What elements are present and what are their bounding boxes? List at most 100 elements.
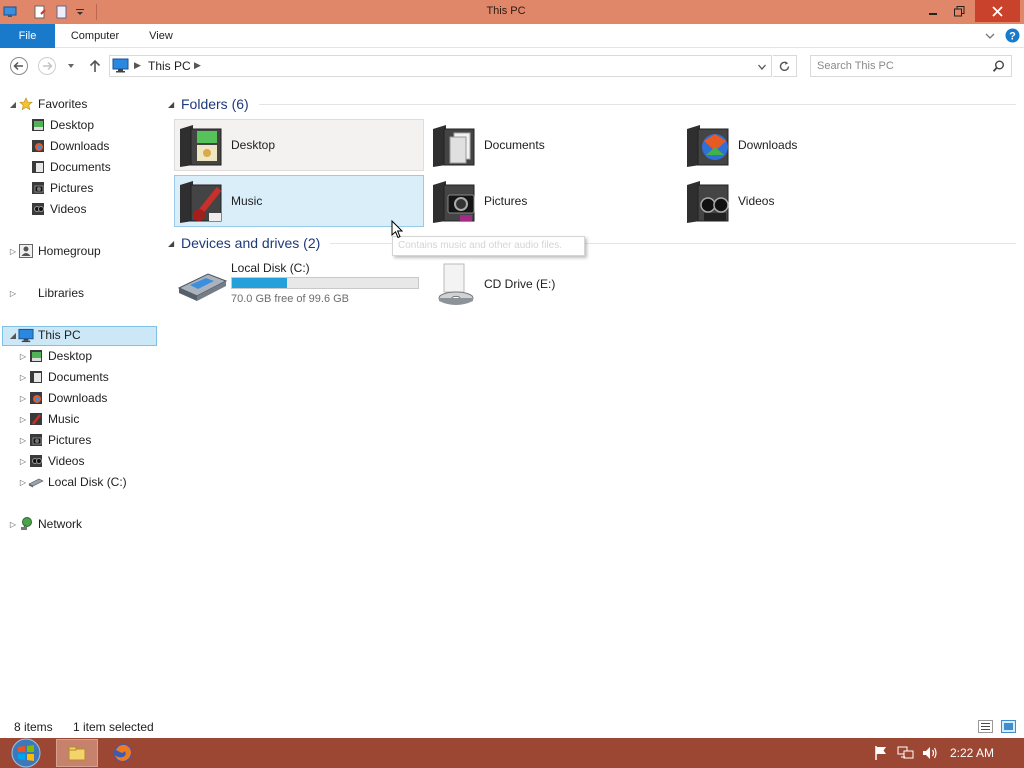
search-input[interactable]: [817, 59, 987, 73]
nav-pc-downloads[interactable]: ▷ Downloads: [18, 388, 107, 408]
nav-pc-videos[interactable]: ▷ Videos: [18, 451, 85, 471]
network-status-icon[interactable]: [897, 745, 915, 764]
drive-name: Local Disk (C:): [231, 261, 310, 275]
refresh-button[interactable]: [773, 55, 797, 77]
start-button[interactable]: [6, 738, 46, 768]
nav-label: Network: [38, 517, 83, 531]
nav-label: Homegroup: [38, 244, 101, 258]
close-button[interactable]: [975, 0, 1020, 22]
homegroup-icon: [18, 243, 34, 259]
search-icon[interactable]: [992, 60, 1005, 76]
nav-pc-local-disk[interactable]: ▷ Local Disk (C:): [18, 472, 127, 492]
taskbar-file-explorer-button[interactable]: [56, 739, 98, 767]
tooltip: Contains music and other audio files.: [392, 236, 585, 256]
cd-drive-icon: [428, 259, 480, 309]
expand-icon[interactable]: ▷: [18, 436, 28, 445]
music-folder-icon: [28, 411, 44, 427]
breadcrumb-chevron-icon[interactable]: ▶: [134, 60, 141, 71]
tab-view[interactable]: View: [140, 24, 182, 48]
expand-icon[interactable]: ▷: [18, 373, 28, 382]
help-icon[interactable]: ?: [1005, 28, 1021, 44]
nav-label: Videos: [50, 202, 87, 216]
details-view-icon[interactable]: [978, 720, 993, 736]
breadcrumb-chevron-icon[interactable]: ▶: [194, 60, 201, 71]
expand-icon[interactable]: ▷: [8, 289, 18, 298]
nav-label: This PC: [38, 328, 81, 342]
nav-fav-downloads[interactable]: Downloads: [20, 136, 109, 156]
back-button[interactable]: [9, 56, 29, 76]
nav-pc-documents[interactable]: ▷ Documents: [18, 367, 109, 387]
expand-icon[interactable]: ▷: [8, 247, 18, 256]
address-dropdown-icon[interactable]: [757, 61, 767, 75]
expand-ribbon-icon[interactable]: [984, 30, 998, 42]
devices-group-header[interactable]: ◢ Devices and drives (2): [168, 234, 1016, 252]
recent-locations-icon[interactable]: [63, 56, 79, 76]
folder-pictures[interactable]: Pictures: [428, 175, 678, 227]
documents-folder-icon: [28, 369, 44, 385]
nav-libraries[interactable]: ▷ Libraries: [8, 283, 84, 303]
expand-icon[interactable]: ▷: [18, 457, 28, 466]
pictures-folder-icon: [30, 180, 46, 196]
nav-favorites[interactable]: ◢ Favorites: [8, 94, 87, 114]
minimize-button[interactable]: [920, 0, 946, 22]
nav-pc-desktop[interactable]: ▷ Desktop: [18, 346, 92, 366]
folder-music[interactable]: Music: [174, 175, 424, 227]
collapse-icon[interactable]: ◢: [168, 239, 181, 248]
collapse-icon[interactable]: ◢: [8, 100, 18, 109]
nav-homegroup[interactable]: ▷ Homegroup: [8, 241, 101, 261]
forward-button[interactable]: [37, 56, 57, 76]
documents-folder-icon: [428, 120, 480, 170]
nav-fav-pictures[interactable]: Pictures: [20, 178, 93, 198]
drive-local-disk-c[interactable]: Local Disk (C:) 70.0 GB free of 99.6 GB: [174, 258, 424, 310]
hard-drive-icon: [176, 264, 228, 307]
tab-computer[interactable]: Computer: [60, 24, 130, 48]
collapse-icon[interactable]: ◢: [8, 331, 18, 340]
nav-label: Downloads: [48, 391, 108, 405]
folder-label: Downloads: [738, 138, 798, 152]
group-title: Devices and drives (2): [181, 235, 321, 251]
expand-icon[interactable]: ▷: [18, 478, 28, 487]
drive-label: CD Drive (E:): [484, 277, 556, 291]
downloads-folder-icon: [30, 138, 46, 154]
collapse-icon[interactable]: ◢: [168, 100, 181, 109]
folder-desktop[interactable]: Desktop: [174, 119, 424, 171]
address-bar[interactable]: ▶ This PC ▶: [109, 55, 772, 77]
folder-downloads[interactable]: Downloads: [682, 119, 932, 171]
nav-label: Desktop: [50, 118, 95, 132]
group-divider: [258, 103, 1016, 105]
nav-label: Videos: [48, 454, 85, 468]
folder-documents[interactable]: Documents: [428, 119, 678, 171]
nav-fav-documents[interactable]: Documents: [20, 157, 111, 177]
firefox-icon[interactable]: [112, 742, 134, 767]
nav-fav-desktop[interactable]: Desktop: [20, 115, 94, 135]
tab-file[interactable]: File: [0, 24, 55, 48]
expand-icon[interactable]: ▷: [18, 352, 28, 361]
search-box[interactable]: [810, 55, 1012, 77]
expand-icon[interactable]: ▷: [8, 520, 18, 529]
volume-icon[interactable]: [921, 745, 939, 764]
nav-pc-music[interactable]: ▷ Music: [18, 409, 79, 429]
taskbar-clock[interactable]: 2:22 AM: [950, 746, 994, 760]
drive-cd-e[interactable]: CD Drive (E:): [428, 258, 678, 310]
action-center-flag-icon[interactable]: [873, 745, 889, 764]
svg-text:?: ?: [1009, 31, 1016, 43]
expand-icon[interactable]: ▷: [18, 394, 28, 403]
nav-label: Pictures: [50, 181, 94, 195]
folder-videos[interactable]: Videos: [682, 175, 932, 227]
nav-pc-pictures[interactable]: ▷ Pictures: [18, 430, 91, 450]
nav-label: Favorites: [38, 97, 88, 111]
pictures-folder-icon: [428, 176, 480, 226]
maximize-button[interactable]: [946, 0, 972, 22]
breadcrumb-this-pc[interactable]: This PC: [148, 59, 191, 73]
up-button[interactable]: [85, 56, 105, 76]
nav-fav-videos[interactable]: Videos: [20, 199, 86, 219]
drive-usage-bar: [231, 277, 419, 289]
nav-network[interactable]: ▷ Network: [8, 514, 82, 534]
nav-this-pc[interactable]: ◢ This PC: [8, 325, 81, 345]
this-pc-icon: [112, 58, 130, 74]
folder-label: Documents: [484, 138, 545, 152]
expand-icon[interactable]: ▷: [18, 415, 28, 424]
large-icons-view-icon[interactable]: [1001, 720, 1016, 736]
folders-group-header[interactable]: ◢ Folders (6): [168, 95, 1016, 113]
folder-icon: [68, 746, 86, 760]
